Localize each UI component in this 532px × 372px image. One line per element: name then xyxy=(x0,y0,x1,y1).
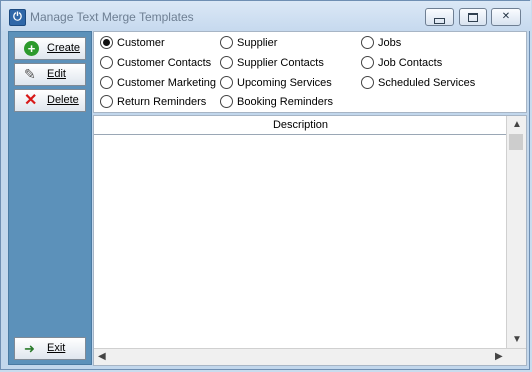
radio-supplier-contacts[interactable]: Supplier Contacts xyxy=(220,55,324,72)
radio-job-contacts[interactable]: Job Contacts xyxy=(361,55,443,72)
radio-label: Booking Reminders xyxy=(237,96,333,108)
scroll-up-icon[interactable]: ▲ xyxy=(512,119,522,130)
radio-label: Supplier xyxy=(237,37,278,49)
minimize-icon xyxy=(434,18,445,24)
title-bar: ⏻ Manage Text Merge Templates ✕ xyxy=(1,1,531,31)
scroll-down-icon[interactable]: ▼ xyxy=(512,334,522,345)
radio-indicator xyxy=(100,55,113,69)
templates-grid[interactable]: Description ▲ ▼ ◀ ▶ xyxy=(93,115,527,366)
exit-button[interactable]: ➜ Exit xyxy=(14,337,86,360)
radio-return-reminders[interactable]: Return Reminders xyxy=(100,94,207,111)
radio-jobs[interactable]: Jobs xyxy=(361,35,402,52)
radio-indicator xyxy=(361,75,374,89)
radio-label: Customer Marketing xyxy=(117,77,217,89)
radio-indicator xyxy=(100,94,113,108)
maximize-button[interactable] xyxy=(459,8,487,26)
radio-indicator xyxy=(361,55,374,69)
description-column-header[interactable]: Description xyxy=(94,119,507,131)
radio-label: Jobs xyxy=(378,37,402,49)
radio-scheduled-services[interactable]: Scheduled Services xyxy=(361,75,476,92)
delete-button[interactable]: ✕ Delete xyxy=(14,89,86,112)
create-button[interactable]: + Create xyxy=(14,37,86,60)
delete-icon: ✕ xyxy=(24,92,38,109)
delete-label: Delete xyxy=(47,94,79,106)
create-icon: + xyxy=(24,41,39,56)
radio-indicator xyxy=(220,75,233,89)
vertical-scrollbar[interactable]: ▲ ▼ xyxy=(506,116,526,349)
scroll-right-icon[interactable]: ▶ xyxy=(495,351,503,362)
radio-label: Customer xyxy=(117,37,165,49)
window-title: Manage Text Merge Templates xyxy=(30,10,194,24)
exit-icon: ➜ xyxy=(24,341,35,356)
create-label: Create xyxy=(47,42,81,54)
radio-indicator xyxy=(361,35,374,49)
close-button[interactable]: ✕ xyxy=(491,8,521,26)
edit-button[interactable]: ✎ Edit xyxy=(14,63,86,86)
edit-icon: ✎ xyxy=(24,66,36,82)
maximize-icon xyxy=(468,13,478,22)
radio-label: Return Reminders xyxy=(117,96,207,108)
radio-customer-marketing[interactable]: Customer Marketing xyxy=(100,75,217,92)
app-icon: ⏻ xyxy=(9,9,26,26)
radio-label: Scheduled Services xyxy=(378,77,476,89)
radio-indicator xyxy=(100,75,113,89)
radio-label: Upcoming Services xyxy=(237,77,332,89)
window: ⏻ Manage Text Merge Templates ✕ + Create… xyxy=(0,0,531,370)
scroll-left-icon[interactable]: ◀ xyxy=(98,351,106,362)
radio-label: Customer Contacts xyxy=(117,57,212,69)
minimize-button[interactable] xyxy=(425,8,454,26)
radio-customer-contacts[interactable]: Customer Contacts xyxy=(100,55,212,72)
sidebar: + Create ✎ Edit ✕ Delete ➜ Exit xyxy=(8,31,92,365)
radio-label: Job Contacts xyxy=(378,57,443,69)
grid-header: Description xyxy=(94,116,507,135)
radio-indicator xyxy=(220,94,233,108)
vertical-scroll-thumb[interactable] xyxy=(509,134,523,150)
edit-label: Edit xyxy=(47,68,66,80)
radio-upcoming-services[interactable]: Upcoming Services xyxy=(220,75,332,92)
template-type-radio-group: Customer Supplier Jobs Customer Contacts… xyxy=(93,31,527,113)
close-icon: ✕ xyxy=(501,11,511,22)
horizontal-scrollbar[interactable]: ◀ ▶ xyxy=(94,348,526,365)
radio-indicator xyxy=(220,35,233,49)
radio-indicator xyxy=(220,55,233,69)
radio-supplier[interactable]: Supplier xyxy=(220,35,278,52)
exit-label: Exit xyxy=(47,342,66,354)
radio-customer[interactable]: Customer xyxy=(100,35,165,52)
radio-booking-reminders[interactable]: Booking Reminders xyxy=(220,94,333,111)
radio-label: Supplier Contacts xyxy=(237,57,324,69)
radio-indicator xyxy=(100,35,113,49)
